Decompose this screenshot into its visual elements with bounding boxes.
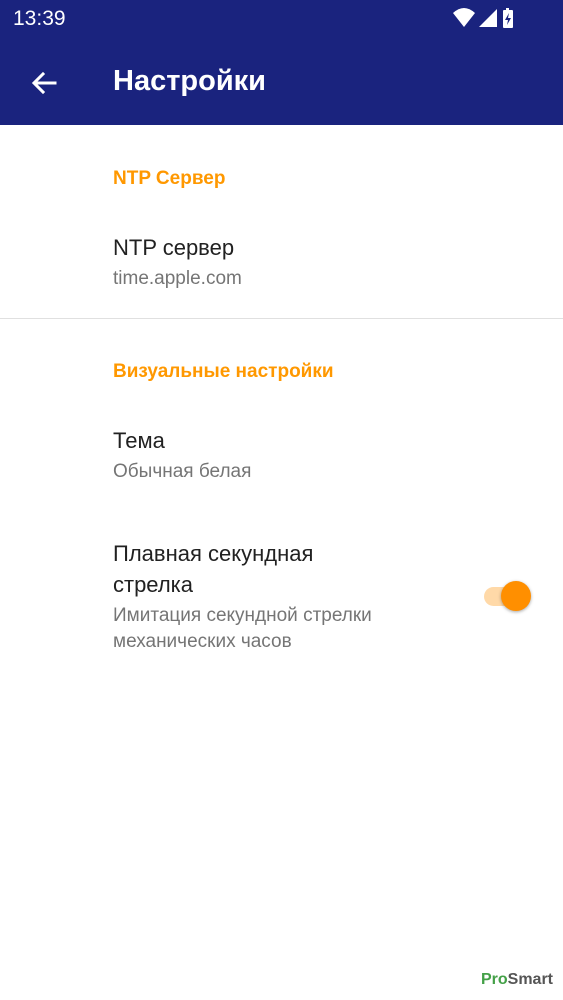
pref-summary-line2: механических часов [113, 631, 292, 652]
watermark-pro: Pro [480, 971, 508, 988]
pref-title-line1: Плавная секундная [113, 541, 314, 566]
pref-smooth-second-hand[interactable]: Плавная секундная стрелка Имитация секун… [0, 520, 563, 670]
status-bar: 13:39 [0, 0, 563, 37]
page-title: Настройки [113, 65, 267, 97]
smooth-second-hand-switch[interactable] [484, 580, 534, 612]
signal-icon [479, 9, 497, 27]
pref-title: Тема [113, 428, 165, 453]
arrow-back-icon [31, 71, 57, 95]
pref-summary: Обычная белая [113, 461, 252, 482]
pref-theme[interactable]: Тема Обычная белая [0, 412, 563, 508]
pref-summary-line1: Имитация секундной стрелки [113, 605, 372, 626]
pref-summary: time.apple.com [113, 268, 242, 289]
back-button[interactable] [20, 59, 68, 107]
section-divider [0, 318, 563, 319]
section-header-visual: Визуальные настройки [113, 361, 334, 382]
pref-title-line2: стрелка [113, 572, 193, 597]
section-header-ntp: NTP Сервер [113, 168, 226, 189]
wifi-icon [453, 8, 475, 27]
status-time: 13:39 [13, 7, 66, 30]
pref-ntp-server[interactable]: NTP сервер time.apple.com [0, 220, 563, 318]
status-icons-svg [453, 8, 513, 28]
watermark-logo: ProSmart [481, 970, 553, 990]
battery-charging-icon [503, 8, 513, 28]
pref-title: NTP сервер [113, 235, 235, 260]
app-bar: Настройки [0, 37, 563, 125]
status-icons [453, 6, 523, 32]
watermark-smart: Smart [507, 971, 553, 988]
switch-thumb [501, 581, 531, 611]
